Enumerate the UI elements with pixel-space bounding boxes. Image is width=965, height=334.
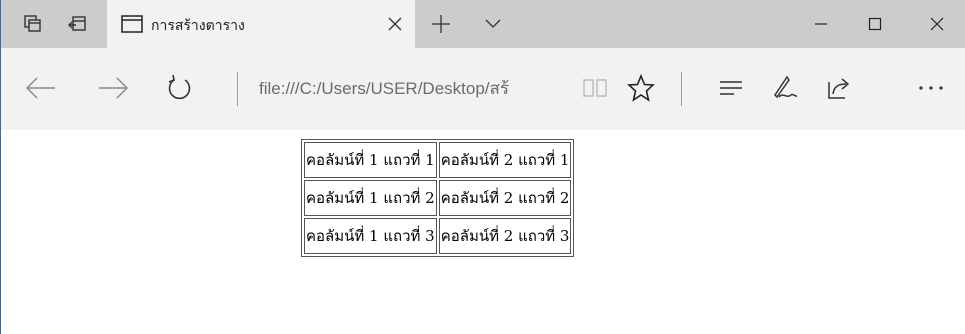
back-arrow-icon[interactable] — [23, 68, 59, 108]
active-tab[interactable]: การสร้างตาราง — [107, 0, 415, 48]
tab-title: การสร้างตาราง — [151, 18, 245, 34]
close-icon[interactable] — [383, 12, 407, 36]
tab-manager-icon[interactable] — [21, 12, 45, 36]
more-icon[interactable] — [913, 68, 949, 108]
refresh-icon[interactable] — [161, 68, 197, 108]
table-cell: คอลัมน์ที่ 1 แถวที่ 3 — [304, 218, 437, 254]
title-bar: การสร้างตาราง — [1, 0, 965, 48]
hub-icon[interactable] — [713, 68, 749, 108]
separator — [681, 72, 682, 106]
forward-arrow-icon[interactable] — [95, 68, 131, 108]
navigation-bar: file:///C:/Users/USER/Desktop/สร้ — [1, 48, 965, 130]
share-icon[interactable] — [821, 68, 857, 108]
table-cell: คอลัมน์ที่ 2 แถวที่ 1 — [438, 142, 572, 178]
page-content: คอลัมน์ที่ 1 แถวที่ 1 คอลัมน์ที่ 2 แถวที… — [2, 130, 965, 334]
close-window-icon[interactable] — [913, 0, 961, 48]
favorite-star-icon[interactable] — [623, 68, 659, 108]
page-icon — [121, 14, 143, 34]
table-row: คอลัมน์ที่ 1 แถวที่ 1 คอลัมน์ที่ 2 แถวที… — [304, 142, 572, 178]
table-cell: คอลัมน์ที่ 1 แถวที่ 1 — [304, 142, 437, 178]
browser-window: การสร้างตาราง file:///C:/Users/USER/Desk… — [0, 0, 965, 334]
table-cell: คอลัมน์ที่ 2 แถวที่ 2 — [438, 180, 572, 216]
separator — [237, 72, 238, 106]
address-bar[interactable]: file:///C:/Users/USER/Desktop/สร้ — [259, 76, 571, 102]
chevron-down-icon[interactable] — [481, 12, 505, 36]
data-table: คอลัมน์ที่ 1 แถวที่ 1 คอลัมน์ที่ 2 แถวที… — [301, 139, 575, 257]
reading-view-icon[interactable] — [577, 68, 613, 108]
table-cell: คอลัมน์ที่ 1 แถวที่ 2 — [304, 180, 437, 216]
maximize-icon[interactable] — [851, 0, 899, 48]
table-cell: คอลัมน์ที่ 2 แถวที่ 3 — [438, 218, 572, 254]
table-row: คอลัมน์ที่ 1 แถวที่ 3 คอลัมน์ที่ 2 แถวที… — [304, 218, 572, 254]
minimize-icon[interactable] — [797, 0, 845, 48]
plus-icon[interactable] — [429, 12, 453, 36]
set-aside-tabs-icon[interactable] — [65, 12, 89, 36]
table-row: คอลัมน์ที่ 1 แถวที่ 2 คอลัมน์ที่ 2 แถวที… — [304, 180, 572, 216]
web-note-icon[interactable] — [767, 68, 803, 108]
